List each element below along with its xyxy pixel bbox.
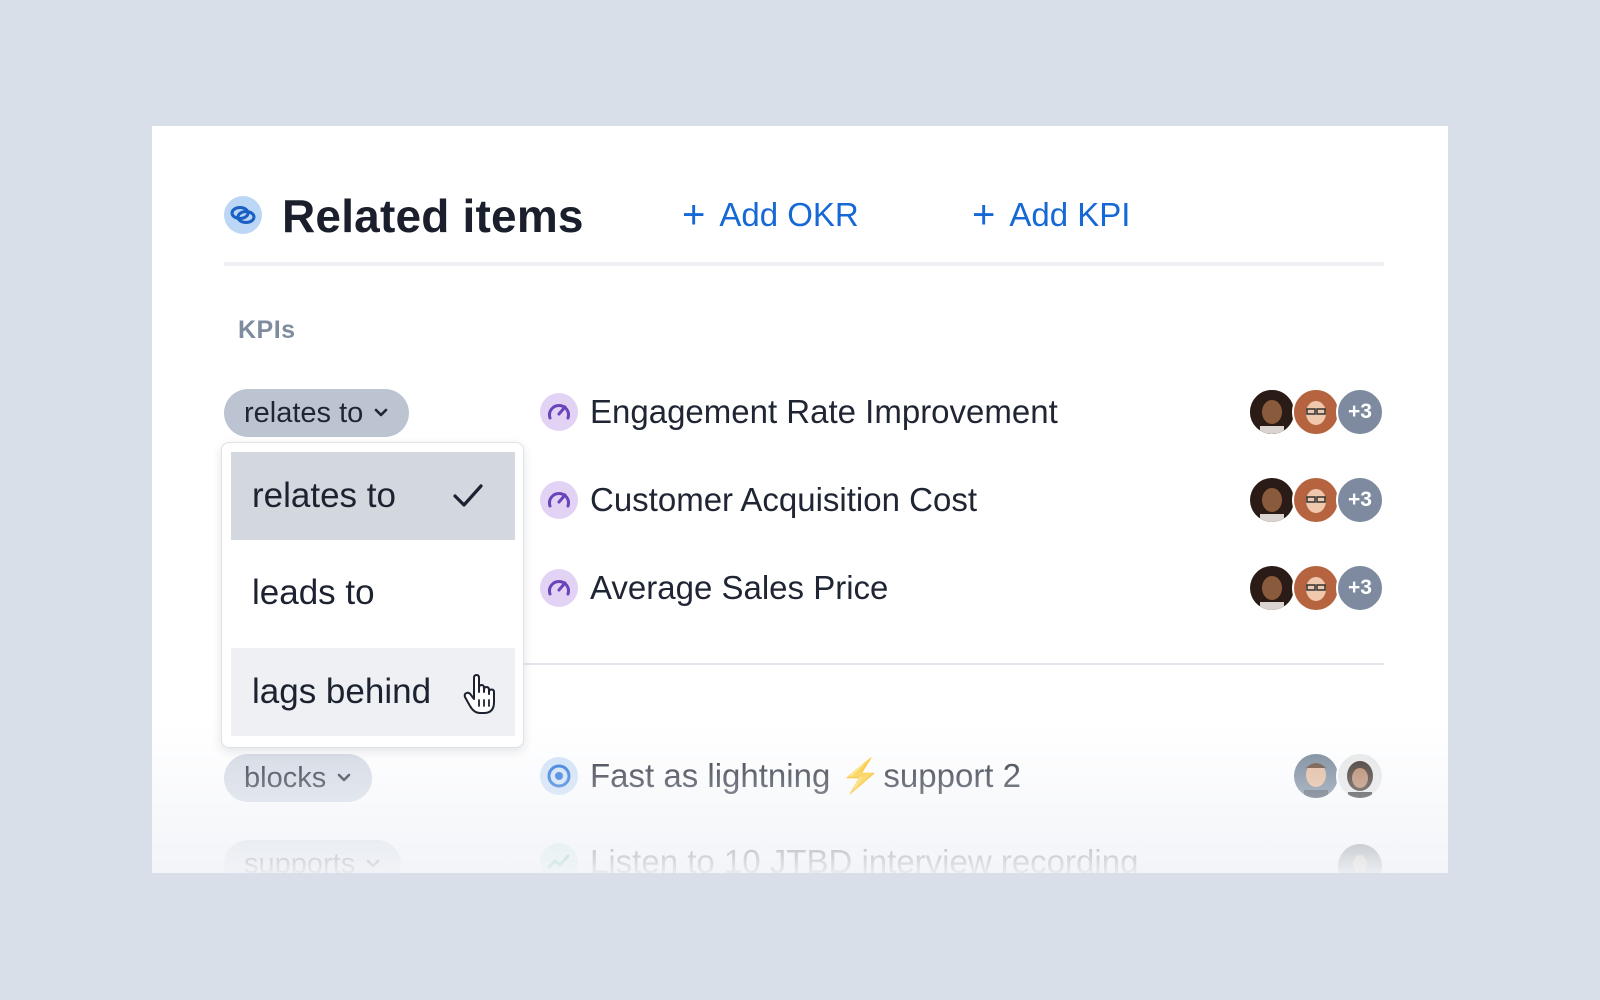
plus-icon: + — [682, 193, 706, 237]
assignee-avatars[interactable]: +3 — [1248, 476, 1384, 524]
okr-name-suffix: support 2 — [883, 757, 1021, 794]
avatar — [1336, 752, 1384, 800]
relation-dropdown-button[interactable]: blocks — [224, 754, 373, 802]
kpi-item-row[interactable]: Customer Acquisition Cost — [540, 478, 977, 522]
chevron-down-icon — [373, 407, 389, 419]
target-icon — [540, 757, 578, 795]
task-item-row[interactable]: Listen to 10 JTBD interview recording — [540, 840, 1138, 873]
chevron-down-icon — [365, 858, 381, 870]
relation-dropdown-menu: relates to leads to lags behind — [221, 442, 524, 748]
related-items-header: Related items + Add OKR + Add KPI — [224, 188, 1384, 248]
header-divider — [224, 262, 1384, 266]
okr-name: Fast as lightning — [590, 757, 831, 794]
checkmark-icon — [451, 480, 485, 520]
assignee-avatars[interactable]: +3 — [1248, 388, 1384, 436]
dropdown-option-leads-to[interactable]: leads to — [231, 549, 515, 637]
kpi-item-row[interactable]: Average Sales Price — [540, 566, 888, 610]
kpi-item-row[interactable]: Engagement Rate Improvement — [540, 390, 1058, 434]
dropdown-option-relates-to[interactable]: relates to — [231, 452, 515, 540]
avatar — [1248, 564, 1296, 612]
kpi-name: Engagement Rate Improvement — [590, 393, 1058, 430]
avatar — [1248, 476, 1296, 524]
okr-item-row[interactable]: Fast as lightning ⚡ support 2 — [540, 754, 1021, 798]
option-label: lags behind — [252, 672, 432, 711]
kpi-name: Customer Acquisition Cost — [590, 481, 977, 518]
avatar — [1292, 564, 1340, 612]
add-kpi-button[interactable]: + Add KPI — [972, 194, 1130, 236]
relation-dropdown-button[interactable]: supports — [224, 840, 402, 874]
section-label-kpis: KPIs — [238, 316, 296, 344]
relation-label: supports — [244, 847, 356, 874]
option-label: relates to — [252, 476, 396, 515]
link-icon — [224, 196, 262, 234]
assignee-avatars[interactable] — [1292, 752, 1384, 800]
kpi-name: Average Sales Price — [590, 569, 889, 606]
more-assignees-badge: +3 — [1336, 388, 1384, 436]
avatar — [1248, 388, 1296, 436]
option-label: leads to — [252, 573, 375, 612]
assignee-avatars[interactable] — [1336, 842, 1384, 873]
relation-dropdown-button[interactable]: relates to — [224, 389, 410, 437]
lightning-emoji: ⚡ — [840, 756, 882, 794]
relation-label: blocks — [244, 761, 327, 794]
add-kpi-label: Add KPI — [1009, 196, 1131, 233]
chevron-down-icon — [336, 772, 352, 784]
dropdown-option-lags-behind[interactable]: lags behind — [231, 648, 515, 736]
more-assignees-badge: +3 — [1336, 564, 1384, 612]
gauge-icon — [540, 481, 578, 519]
more-assignees-badge: +3 — [1336, 476, 1384, 524]
avatar — [1292, 388, 1340, 436]
trend-icon — [540, 843, 578, 873]
relation-label: relates to — [244, 396, 364, 429]
avatar — [1292, 752, 1340, 800]
avatar — [1336, 842, 1384, 873]
hand-pointer-icon — [463, 674, 497, 725]
add-okr-button[interactable]: + Add OKR — [682, 194, 859, 236]
page-title: Related items — [282, 190, 584, 242]
gauge-icon — [540, 569, 578, 607]
avatar — [1292, 476, 1340, 524]
add-okr-label: Add OKR — [719, 196, 859, 233]
assignee-avatars[interactable]: +3 — [1248, 564, 1384, 612]
gauge-icon — [540, 393, 578, 431]
plus-icon: + — [972, 193, 996, 237]
task-name: Listen to 10 JTBD interview recording — [590, 843, 1139, 873]
